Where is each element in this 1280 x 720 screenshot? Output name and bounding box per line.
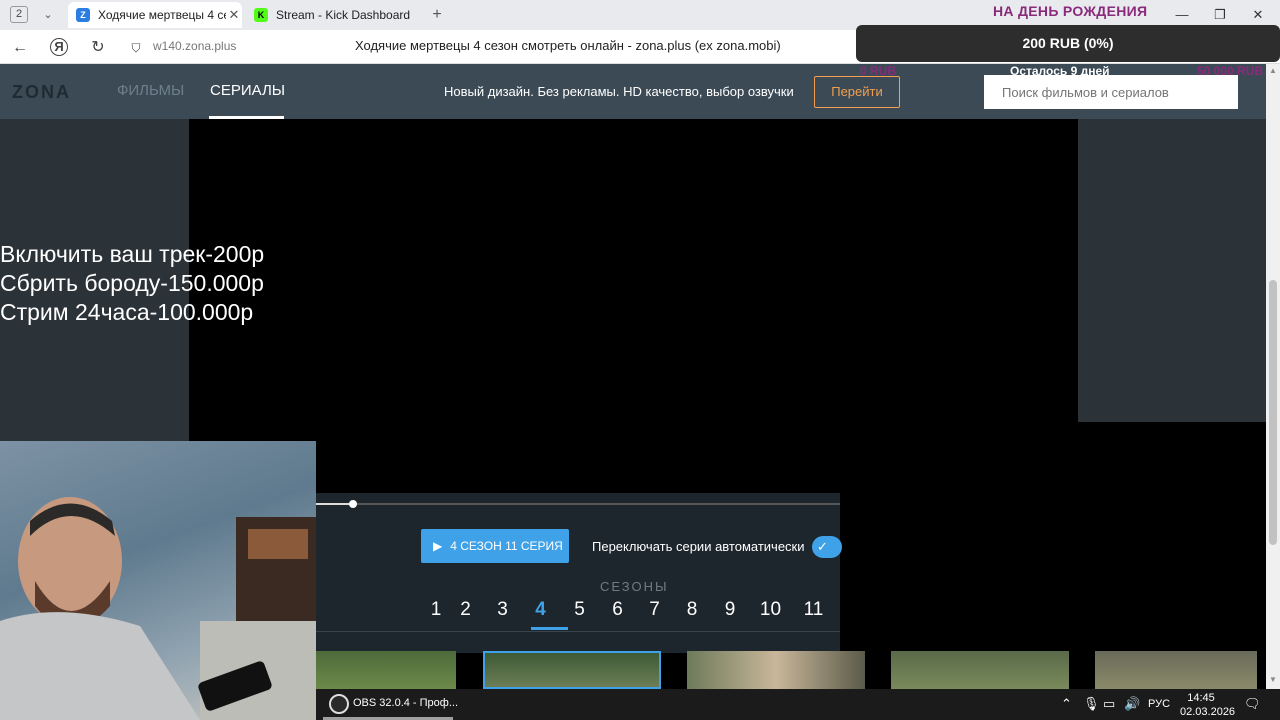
scroll-down-arrow-icon[interactable]: ▼ <box>1266 675 1280 687</box>
overlay-line-1: Включить ваш трек-200р <box>0 241 265 267</box>
close-tab-icon[interactable]: ✕ <box>226 7 242 23</box>
play-icon: ▶ <box>433 539 443 553</box>
overlay-line-2: Сбрить бороду-150.000р <box>0 270 264 296</box>
language-indicator[interactable]: РУС <box>1148 698 1170 710</box>
tab-list-chevron-icon[interactable]: ⌄ <box>40 6 56 24</box>
donation-max: 50 000 RUB <box>1197 64 1264 78</box>
episode-thumbnail[interactable] <box>687 651 865 689</box>
minimize-icon[interactable]: — <box>1170 6 1194 24</box>
season-9[interactable]: 9 <box>711 599 749 629</box>
overlay-line-3: Стрим 24часа-100.000р <box>0 299 254 325</box>
nav-series[interactable]: СЕРИАЛЫ <box>210 82 285 99</box>
episode-thumbnail[interactable] <box>1095 651 1257 689</box>
tab-kick[interactable]: K Stream - Kick Dashboard <box>246 2 420 28</box>
tab-count-badge[interactable]: 2 <box>10 6 28 23</box>
nav-films[interactable]: ФИЛЬМЫ <box>117 82 184 99</box>
season-8[interactable]: 8 <box>673 599 711 629</box>
window-close-icon[interactable]: ✕ <box>1246 6 1270 24</box>
season-2[interactable]: 2 <box>447 599 484 629</box>
new-tab-plus-icon[interactable]: + <box>428 6 446 24</box>
right-panel <box>1078 119 1266 422</box>
season-list: 1 2 3 4 5 6 7 8 9 10 11 <box>425 599 835 629</box>
promo-text: Новый дизайн. Без рекламы. HD качество, … <box>444 84 794 99</box>
progress-track[interactable] <box>316 503 840 505</box>
webcam-feed <box>0 441 316 720</box>
season-11[interactable]: 11 <box>792 599 835 629</box>
season-4[interactable]: 4 <box>521 599 560 629</box>
go-button[interactable]: Перейти <box>814 76 900 108</box>
reload-icon[interactable]: ↻ <box>88 38 108 58</box>
url-text[interactable]: w140.zona.plus <box>153 39 236 53</box>
zona-favicon-icon: Z <box>76 8 90 22</box>
tray-chevron-up-icon[interactable]: ⌃ <box>1061 696 1072 712</box>
kick-favicon-icon: K <box>254 8 268 22</box>
season-3[interactable]: 3 <box>484 599 521 629</box>
tab-title: Stream - Kick Dashboard <box>276 8 411 22</box>
microphone-icon[interactable]: 🎙 <box>1083 696 1100 712</box>
season-1[interactable]: 1 <box>425 599 447 629</box>
donation-progress-bar: 200 RUB (0%) <box>856 25 1280 62</box>
donation-goal-title: НА ДЕНЬ РОЖДЕНИЯ <box>993 3 1148 19</box>
clock-date: 02.03.2026 <box>1180 706 1236 718</box>
donation-days-left: Осталось 9 дней <box>1010 64 1110 78</box>
webcam-scene <box>0 497 316 720</box>
episode-label: 4 СЕЗОН 11 СЕРИЯ <box>450 539 563 553</box>
yandex-icon[interactable]: Я <box>50 38 68 56</box>
seasons-label: СЕЗОНЫ <box>600 579 669 594</box>
progress-fill <box>316 503 353 505</box>
obs-app-icon[interactable] <box>329 694 349 714</box>
video-player[interactable] <box>189 119 1078 493</box>
donation-min: 0 RUB <box>860 64 897 78</box>
episode-thumbnail[interactable] <box>316 651 456 689</box>
site-logo[interactable]: ZONA <box>12 82 71 103</box>
notifications-icon[interactable]: 🗨 <box>1244 696 1261 712</box>
scrollbar-thumb[interactable] <box>1269 280 1277 545</box>
season-6[interactable]: 6 <box>599 599 636 629</box>
restore-icon[interactable]: ❐ <box>1208 6 1232 24</box>
progress-knob[interactable] <box>349 500 357 508</box>
episode-thumbnail-active[interactable] <box>483 651 661 689</box>
network-icon[interactable]: ▭ <box>1103 696 1115 712</box>
obs-taskbar-label[interactable]: OBS 32.0.4 - Проф... <box>353 697 458 709</box>
player-controls <box>316 493 840 653</box>
tab-title: Ходячие мертвецы 4 сезон <box>98 8 226 22</box>
season-5[interactable]: 5 <box>560 599 599 629</box>
episode-button[interactable]: ▶ 4 СЕЗОН 11 СЕРИЯ <box>421 529 569 563</box>
episode-thumbnail[interactable] <box>891 651 1069 689</box>
season-7[interactable]: 7 <box>636 599 673 629</box>
scroll-up-arrow-icon[interactable]: ▲ <box>1266 66 1280 78</box>
search-input[interactable] <box>984 75 1238 109</box>
donation-amount: 200 RUB (0%) <box>1022 35 1114 51</box>
season-10[interactable]: 10 <box>749 599 792 629</box>
volume-icon[interactable]: 🔊 <box>1124 696 1140 712</box>
autoswitch-label: Переключать серии автоматически <box>592 539 805 554</box>
autoswitch-toggle[interactable]: ✓ <box>812 536 842 558</box>
clock-time: 14:45 <box>1187 692 1215 704</box>
taskbar-clock[interactable]: 14:45 02.03.2026 <box>1180 691 1236 719</box>
active-season-underline <box>531 627 568 630</box>
site-info-shield-icon[interactable]: ⛉ <box>126 38 146 58</box>
tab-zona[interactable]: Z Ходячие мертвецы 4 сезон ✕ <box>68 2 242 28</box>
divider <box>316 631 840 632</box>
page-title: Ходячие мертвецы 4 сезон смотреть онлайн… <box>355 38 781 53</box>
back-arrow-icon[interactable]: ← <box>10 38 30 58</box>
